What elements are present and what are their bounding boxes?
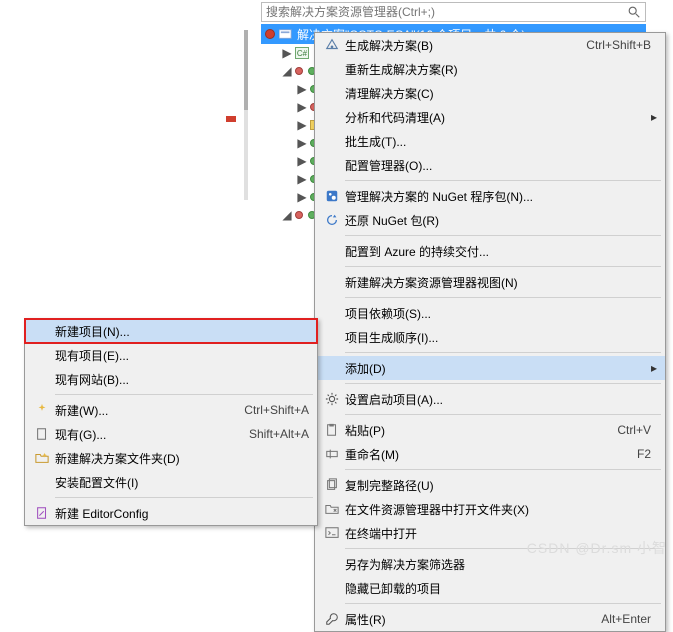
existing-item-icon: [29, 427, 55, 441]
build-icon: [319, 38, 345, 52]
menu-add[interactable]: 添加(D)▸: [315, 356, 665, 380]
restore-icon: [319, 213, 345, 227]
menu-new-item[interactable]: 新建(W)... Ctrl+Shift+A: [25, 398, 317, 422]
separator: [345, 603, 661, 604]
status-dot-icon: [265, 29, 275, 39]
watermark: CSDN @Dr.sm 小智: [527, 538, 667, 558]
folder-open-icon: [319, 502, 345, 516]
menu-restore-nuget[interactable]: 还原 NuGet 包(R): [315, 208, 665, 232]
csharp-icon: C#: [295, 47, 309, 59]
editorconfig-icon: [29, 506, 55, 520]
menu-rename[interactable]: 重命名(M) F2: [315, 442, 665, 466]
rename-icon: [319, 447, 345, 461]
add-submenu: 新建项目(N)... 现有项目(E)... 现有网站(B)... 新建(W)..…: [24, 318, 318, 526]
nuget-icon: [319, 189, 345, 203]
menu-hide-unloaded[interactable]: 隐藏已卸载的项目: [315, 576, 665, 600]
separator: [345, 180, 661, 181]
search-input[interactable]: [266, 5, 627, 19]
menu-build-solution[interactable]: 生成解决方案(B) Ctrl+Shift+B: [315, 33, 665, 57]
menu-batch-build[interactable]: 批生成(T)...: [315, 129, 665, 153]
new-item-icon: [29, 403, 55, 417]
menu-new-editorconfig[interactable]: 新建 EditorConfig: [25, 501, 317, 525]
menu-project-deps[interactable]: 项目依赖项(S)...: [315, 301, 665, 325]
project-dot-icon: [295, 67, 303, 75]
menu-existing-website[interactable]: 现有网站(B)...: [25, 367, 317, 391]
separator: [345, 297, 661, 298]
separator: [345, 266, 661, 267]
paste-icon: [319, 423, 345, 437]
menu-set-startup[interactable]: 设置启动项目(A)...: [315, 387, 665, 411]
new-folder-icon: [29, 451, 55, 465]
red-marker: [226, 116, 236, 122]
copy-icon: [319, 478, 345, 492]
search-icon: [627, 5, 641, 19]
menu-new-view[interactable]: 新建解决方案资源管理器视图(N): [315, 270, 665, 294]
terminal-icon: [319, 526, 345, 540]
menu-config-manager[interactable]: 配置管理器(O)...: [315, 153, 665, 177]
menu-properties[interactable]: 属性(R) Alt+Enter: [315, 607, 665, 631]
menu-azure[interactable]: 配置到 Azure 的持续交付...: [315, 239, 665, 263]
menu-build-order[interactable]: 项目生成顺序(I)...: [315, 325, 665, 349]
separator: [55, 394, 313, 395]
menu-paste[interactable]: 粘贴(P) Ctrl+V: [315, 418, 665, 442]
minimap-scroll: [244, 30, 248, 200]
menu-rebuild-solution[interactable]: 重新生成解决方案(R): [315, 57, 665, 81]
separator: [345, 352, 661, 353]
project-dot-icon: [295, 211, 303, 219]
solution-icon: [279, 28, 293, 40]
menu-copy-path[interactable]: 复制完整路径(U): [315, 473, 665, 497]
menu-existing-item[interactable]: 现有(G)... Shift+Alt+A: [25, 422, 317, 446]
separator: [55, 497, 313, 498]
gear-icon: [319, 392, 345, 406]
separator: [345, 383, 661, 384]
separator: [345, 469, 661, 470]
menu-install-config[interactable]: 安装配置文件(I): [25, 470, 317, 494]
menu-new-solution-folder[interactable]: 新建解决方案文件夹(D): [25, 446, 317, 470]
wrench-icon: [319, 612, 345, 626]
menu-analyze[interactable]: 分析和代码清理(A)▸: [315, 105, 665, 129]
menu-existing-project[interactable]: 现有项目(E)...: [25, 343, 317, 367]
separator: [345, 235, 661, 236]
menu-manage-nuget[interactable]: 管理解决方案的 NuGet 程序包(N)...: [315, 184, 665, 208]
separator: [345, 414, 661, 415]
solution-search[interactable]: [261, 2, 646, 22]
menu-new-project[interactable]: 新建项目(N)...: [25, 319, 317, 343]
menu-open-explorer[interactable]: 在文件资源管理器中打开文件夹(X): [315, 497, 665, 521]
menu-clean-solution[interactable]: 清理解决方案(C): [315, 81, 665, 105]
